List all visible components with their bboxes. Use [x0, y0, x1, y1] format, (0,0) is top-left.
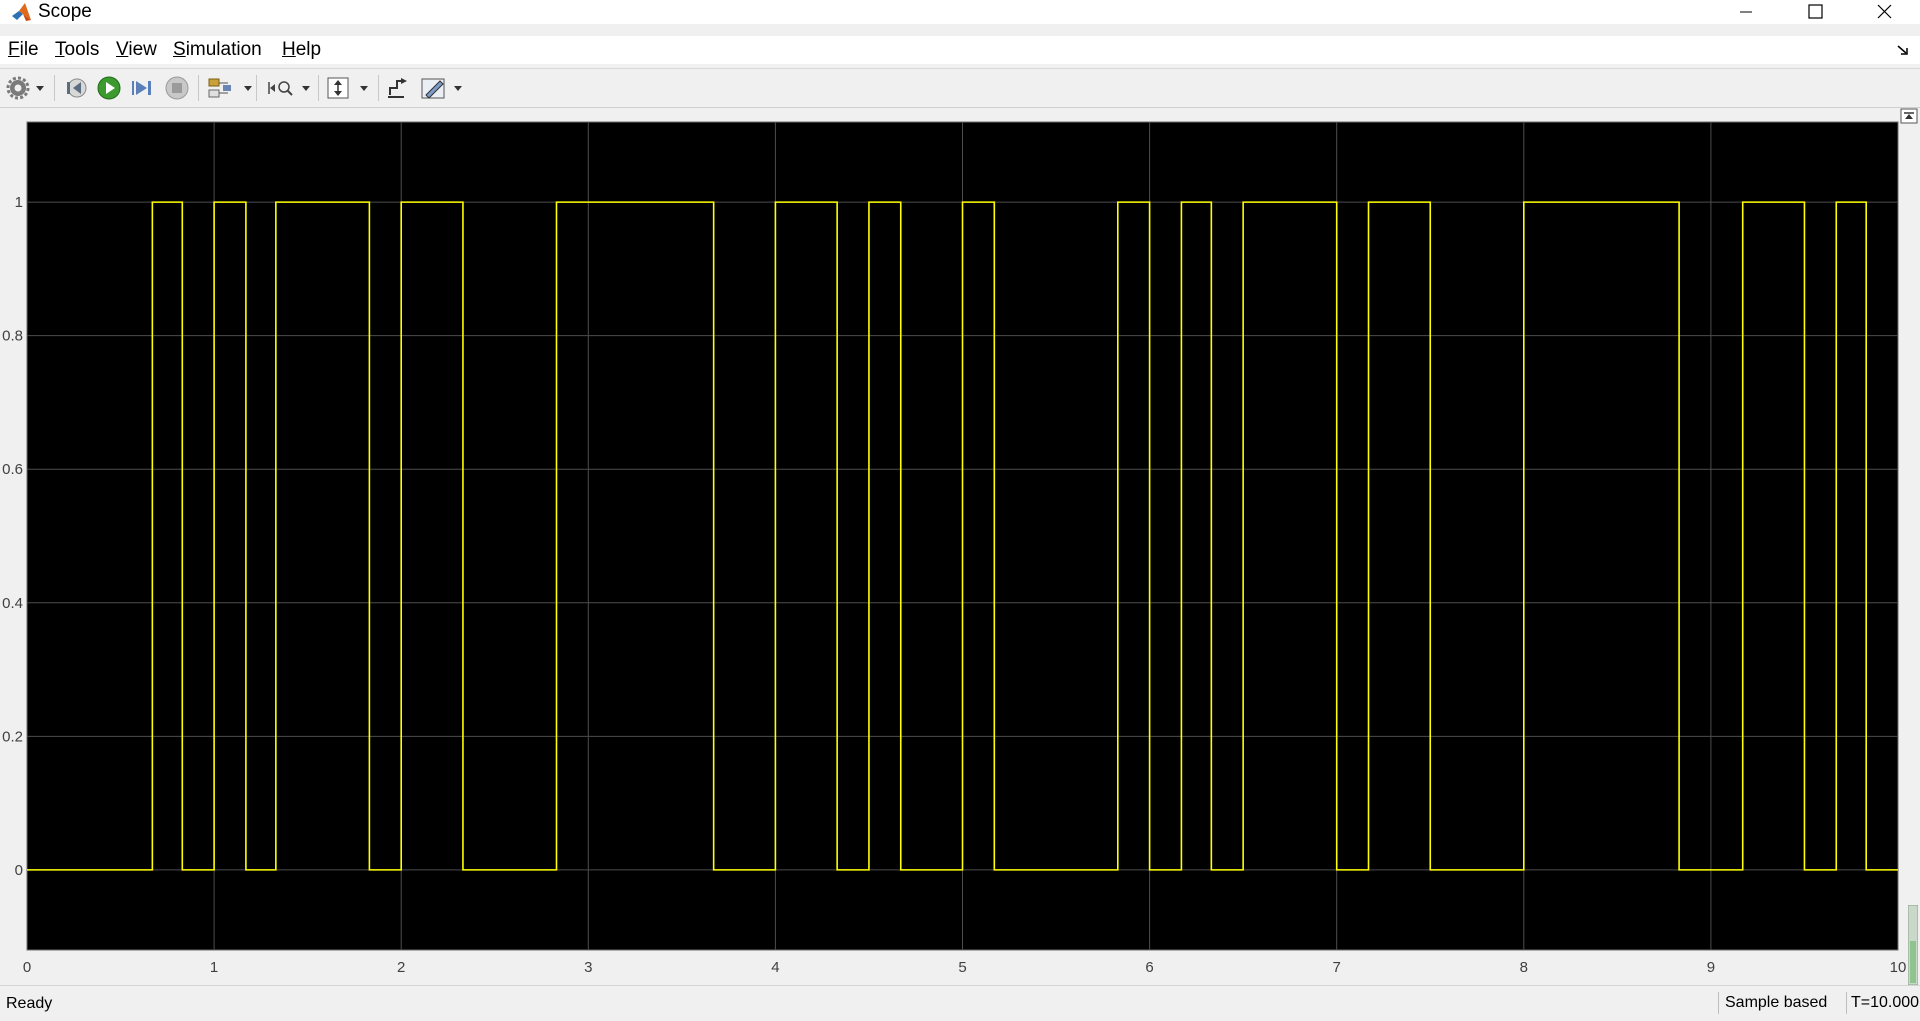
- minimize-button[interactable]: [1712, 0, 1780, 24]
- y-tick-label: 0.8: [2, 328, 23, 345]
- matlab-logo-icon: [12, 3, 31, 21]
- menu-tools[interactable]: Tools: [55, 38, 99, 62]
- measurements-button[interactable]: [420, 75, 464, 101]
- y-tick-label: 0.4: [2, 595, 23, 612]
- x-tick-label: 6: [1145, 959, 1153, 976]
- x-tick-label: 10: [1890, 959, 1907, 976]
- configuration-button[interactable]: [6, 75, 46, 101]
- menu-simulation[interactable]: Simulation: [173, 38, 262, 62]
- y-tick-label: 0.2: [2, 728, 23, 745]
- menu-view-label: iew: [128, 39, 157, 60]
- stop-icon: [165, 76, 189, 100]
- run-icon: [97, 76, 121, 100]
- y-tick-label: 0: [15, 862, 23, 879]
- stop-button[interactable]: [164, 75, 190, 101]
- close-icon: [1877, 4, 1892, 19]
- signal-select-icon: [208, 78, 252, 98]
- undock-icon[interactable]: [1900, 108, 1918, 124]
- level-meter-icon: [1908, 905, 1918, 985]
- x-tick-label: 3: [584, 959, 592, 976]
- y-tick-label: 1: [15, 194, 23, 211]
- menu-tools-accel: T: [55, 39, 65, 60]
- step-back-button[interactable]: [62, 75, 88, 101]
- status-bar: Ready Sample based T=10.000: [0, 985, 1920, 1021]
- plot-area[interactable]: 0 1 2 3 4 5 6 7 8 9 10 0 0.2 0.4 0.6 0.8 1: [0, 108, 1920, 985]
- autoscale-icon: [327, 77, 368, 99]
- x-tick-label: 9: [1707, 959, 1715, 976]
- measurements-icon: [421, 78, 462, 99]
- x-tick-label: 1: [210, 959, 218, 976]
- menu-bar: File Tools View Simulation Help: [0, 36, 1920, 64]
- zoom-button[interactable]: [266, 75, 312, 101]
- x-tick-label: 7: [1333, 959, 1341, 976]
- menu-simulation-label: imulation: [185, 39, 262, 60]
- menu-file[interactable]: File: [8, 38, 39, 62]
- minimize-icon: [1740, 11, 1752, 13]
- status-sample-mode: Sample based: [1718, 992, 1845, 1014]
- step-forward-icon: [132, 81, 151, 95]
- maximize-button[interactable]: [1780, 0, 1848, 24]
- menu-simulation-accel: S: [173, 39, 186, 60]
- menu-help[interactable]: Help: [282, 38, 321, 62]
- x-tick-label: 0: [23, 959, 31, 976]
- menu-file-accel: F: [8, 39, 20, 60]
- gear-icon: [6, 76, 44, 100]
- autoscale-button[interactable]: [326, 75, 372, 101]
- highlight-block-button[interactable]: [384, 75, 410, 101]
- menu-view[interactable]: View: [116, 38, 157, 62]
- status-text: Ready: [6, 995, 53, 1012]
- y-tick-label: 0.6: [2, 461, 23, 478]
- scope-plot[interactable]: 0 1 2 3 4 5 6 7 8 9 10 0 0.2 0.4 0.6 0.8 1: [0, 108, 1920, 985]
- maximize-icon: [1808, 4, 1823, 19]
- menu-help-label: elp: [295, 39, 322, 60]
- x-tick-label: 5: [958, 959, 966, 976]
- menu-file-label: ile: [19, 39, 39, 60]
- zoom-icon: [268, 81, 310, 96]
- status-time: T=10.000: [1846, 992, 1920, 1014]
- x-tick-label: 2: [397, 959, 405, 976]
- menu-tools-label: ools: [64, 39, 100, 60]
- x-tick-label: 8: [1520, 959, 1528, 976]
- title-bar: Scope: [0, 0, 1920, 24]
- x-tick-label: 4: [771, 959, 779, 976]
- dock-arrow-icon[interactable]: [1896, 44, 1910, 56]
- menu-view-accel: V: [116, 39, 129, 60]
- scope-window: Scope File Tools View Simulation Help 0 …: [0, 0, 1920, 1021]
- step-forward-button[interactable]: [130, 75, 156, 101]
- run-button[interactable]: [96, 75, 122, 101]
- menu-help-accel: H: [282, 39, 296, 60]
- toolbar: [0, 68, 1920, 108]
- window-title: Scope: [38, 1, 92, 22]
- highlight-icon: [388, 78, 407, 98]
- close-button[interactable]: [1850, 0, 1918, 24]
- signal-selection-button[interactable]: [206, 75, 254, 101]
- step-back-icon: [67, 78, 87, 98]
